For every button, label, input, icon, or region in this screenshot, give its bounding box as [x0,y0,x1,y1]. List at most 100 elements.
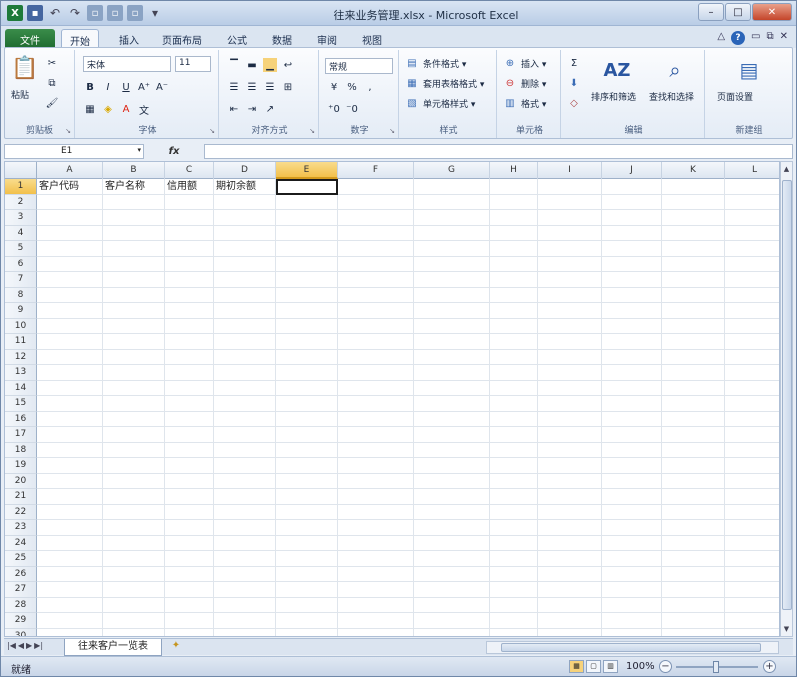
cell-k24[interactable] [662,535,725,551]
cell-d25[interactable] [214,551,276,567]
cell-k26[interactable] [662,566,725,582]
cell-k12[interactable] [662,349,725,365]
cell-i20[interactable] [538,473,602,489]
row-header-6[interactable]: 6 [5,256,37,272]
cell-e12[interactable] [276,349,338,365]
cell-f13[interactable] [338,365,414,381]
cell-k15[interactable] [662,396,725,412]
cell-f5[interactable] [338,241,414,257]
wrap-text-icon[interactable]: ↩ [281,58,295,72]
decrease-font-icon[interactable]: A⁻ [155,80,169,94]
cell-g15[interactable] [414,396,490,412]
tab-formulas[interactable]: 公式 [219,29,255,48]
cell-k10[interactable] [662,318,725,334]
cell-j11[interactable] [602,334,662,350]
cell-d1[interactable]: 期初余额 [214,179,276,195]
normal-view-icon[interactable]: ▦ [569,660,584,673]
cell-e24[interactable] [276,535,338,551]
tab-home[interactable]: 开始 [61,29,99,48]
column-header-i[interactable]: I [538,162,602,179]
cell-d5[interactable] [214,241,276,257]
phonetic-icon[interactable]: 文 [137,102,151,117]
cell-c22[interactable] [165,504,214,520]
cell-e28[interactable] [276,597,338,613]
cell-b16[interactable] [103,411,165,427]
cell-g14[interactable] [414,380,490,396]
align-middle-icon[interactable]: ▬ [245,58,259,72]
cell-l1[interactable] [725,179,779,195]
cell-e25[interactable] [276,551,338,567]
cell-a20[interactable] [37,473,103,489]
cell-g27[interactable] [414,582,490,598]
cell-h21[interactable] [490,489,538,505]
cell-f17[interactable] [338,427,414,443]
zoom-in-icon[interactable]: + [763,660,776,673]
cell-k30[interactable] [662,628,725,636]
horizontal-scrollbar[interactable] [486,641,779,654]
row-header-8[interactable]: 8 [5,287,37,303]
increase-decimal-icon[interactable]: ⁺0 [327,102,341,116]
cell-a3[interactable] [37,210,103,226]
cell-l20[interactable] [725,474,779,489]
cell-k4[interactable] [662,225,725,241]
cell-a16[interactable] [37,411,103,427]
cell-g8[interactable] [414,287,490,303]
cell-d24[interactable] [214,535,276,551]
cell-g7[interactable] [414,272,490,288]
cell-e10[interactable] [276,318,338,334]
name-box[interactable]: E1 ▾ [4,143,144,159]
restore-window-icon[interactable]: ⧉ [766,31,773,45]
cell-c6[interactable] [165,256,214,272]
cell-i19[interactable] [538,458,602,474]
cell-k20[interactable] [662,473,725,489]
column-header-a[interactable]: A [37,162,103,179]
cell-i1[interactable] [538,179,602,195]
cell-j2[interactable] [602,194,662,210]
cell-l8[interactable] [725,288,779,303]
row-header-27[interactable]: 27 [5,582,37,598]
cell-l15[interactable] [725,396,779,412]
format-cells-button[interactable]: 格式 ▾ [521,97,546,110]
cell-l11[interactable] [725,334,779,350]
cell-h29[interactable] [490,613,538,629]
cell-g1[interactable] [414,179,490,195]
row-header-23[interactable]: 23 [5,520,37,536]
cell-b6[interactable] [103,256,165,272]
worksheet-grid[interactable]: ABCDEFGHIJKL 1 客户代码 客户名称 信用额 期初余额 2 3 4 5 6 7 8 9 10 1… [4,161,780,637]
cell-c11[interactable] [165,334,214,350]
cell-i15[interactable] [538,396,602,412]
percent-icon[interactable]: % [345,80,359,94]
cell-f20[interactable] [338,473,414,489]
cell-j27[interactable] [602,582,662,598]
cell-h13[interactable] [490,365,538,381]
cell-h15[interactable] [490,396,538,412]
font-launcher-icon[interactable]: ↘ [209,127,215,135]
cell-e27[interactable] [276,582,338,598]
number-format-dropdown[interactable]: 常规 [325,58,393,74]
find-select-icon[interactable]: ⌕ [661,56,689,84]
cell-a6[interactable] [37,256,103,272]
cell-l16[interactable] [725,412,779,427]
cell-a21[interactable] [37,489,103,505]
cell-a23[interactable] [37,520,103,536]
row-header-12[interactable]: 12 [5,349,37,365]
cell-k13[interactable] [662,365,725,381]
cell-g23[interactable] [414,520,490,536]
insert-sheet-icon[interactable]: ✦ [166,640,186,655]
cell-b12[interactable] [103,349,165,365]
cell-c9[interactable] [165,303,214,319]
cell-j24[interactable] [602,535,662,551]
cell-j12[interactable] [602,349,662,365]
cell-d23[interactable] [214,520,276,536]
cell-a5[interactable] [37,241,103,257]
column-header-e[interactable]: E [276,162,338,179]
cell-c26[interactable] [165,566,214,582]
cell-k14[interactable] [662,380,725,396]
cell-g5[interactable] [414,241,490,257]
row-header-10[interactable]: 10 [5,318,37,334]
row-header-29[interactable]: 29 [5,613,37,629]
cell-h9[interactable] [490,303,538,319]
cell-k28[interactable] [662,597,725,613]
tab-review[interactable]: 审阅 [309,29,345,48]
cell-i5[interactable] [538,241,602,257]
